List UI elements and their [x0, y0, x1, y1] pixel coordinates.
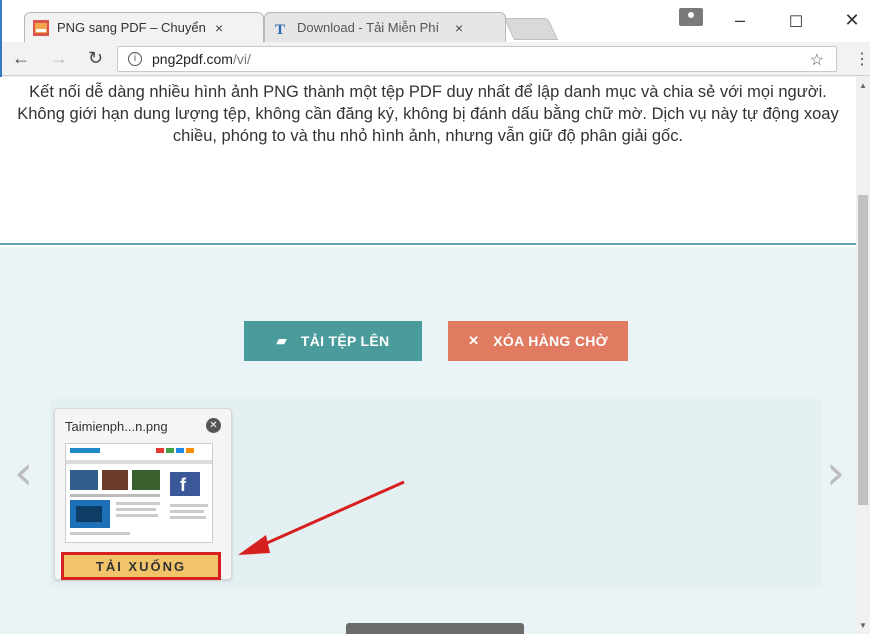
file-card: Taimienph...n.png ✕ f TẢI XUỐNG — [54, 408, 232, 580]
browser-toolbar: ← → ↻ i png2pdf.com/vi/ ☆ ⋮ — [2, 42, 870, 76]
profile-icon[interactable] — [679, 8, 703, 26]
menu-dots-icon[interactable]: ⋮ — [854, 49, 870, 69]
carousel-prev-arrow-icon[interactable]: ‹ — [14, 445, 33, 501]
bookmark-star-icon[interactable]: ☆ — [810, 50, 824, 70]
remove-file-icon[interactable]: ✕ — [206, 418, 221, 433]
x-icon: ✕ — [468, 333, 480, 348]
tab-title: PNG sang PDF – Chuyển — [57, 20, 206, 35]
scroll-thumb[interactable] — [858, 195, 868, 505]
tab-download[interactable]: T Download - Tải Miễn Phí × — [264, 12, 506, 42]
new-tab-button[interactable] — [503, 18, 559, 40]
page-viewport: Kết nối dễ dàng nhiều hình ảnh PNG thành… — [0, 77, 856, 634]
tab-close-icon[interactable]: × — [455, 20, 463, 36]
file-name: Taimienph...n.png — [65, 419, 168, 434]
svg-text:f: f — [180, 475, 187, 495]
tab-title: Download - Tải Miễn Phí — [297, 20, 440, 35]
tab-png2pdf[interactable]: PNG sang PDF – Chuyển × — [24, 12, 264, 42]
clear-queue-button[interactable]: ✕ XÓA HÀNG CHỜ — [448, 321, 628, 361]
info-icon[interactable]: i — [128, 52, 142, 66]
scroll-up-icon[interactable]: ▲ — [859, 81, 867, 90]
download-button-label: TẢI XUỐNG — [95, 558, 187, 574]
png2pdf-favicon-icon — [33, 19, 49, 36]
file-thumbnail: f — [65, 443, 213, 543]
clear-button-label: XÓA HÀNG CHỜ — [493, 333, 608, 349]
maximize-button[interactable]: ☐ — [776, 12, 816, 32]
title-bar: PNG sang PDF – Chuyển × T Download - Tải… — [2, 0, 870, 42]
folder-icon: ▰ — [276, 333, 287, 348]
carousel-next-arrow-icon[interactable]: › — [826, 445, 845, 501]
tab-close-icon[interactable]: × — [215, 20, 223, 36]
bottom-toolbar-edge — [346, 623, 524, 634]
svg-text:T: T — [275, 22, 285, 36]
upload-zone: ▰ TẢI TỆP LÊN ✕ XÓA HÀNG CHỜ ‹ › Taimien… — [0, 247, 856, 634]
forward-arrow-icon[interactable]: → — [50, 48, 68, 69]
upload-files-button[interactable]: ▰ TẢI TỆP LÊN — [244, 321, 422, 361]
url-path: /vi/ — [232, 51, 251, 67]
thumbnail-preview-icon: f — [66, 444, 212, 535]
back-arrow-icon[interactable]: ← — [12, 48, 30, 69]
reload-icon[interactable]: ↻ — [88, 48, 103, 69]
vertical-scrollbar[interactable]: ▲ ▼ — [856, 77, 870, 634]
minimize-button[interactable]: – — [720, 10, 760, 31]
taimienphi-favicon-icon: T — [275, 22, 285, 36]
scroll-down-icon[interactable]: ▼ — [859, 621, 867, 630]
upload-button-label: TẢI TỆP LÊN — [300, 333, 390, 349]
page-description: Kết nối dễ dàng nhiều hình ảnh PNG thành… — [0, 77, 856, 245]
close-window-button[interactable]: ✕ — [832, 10, 870, 31]
download-button[interactable]: TẢI XUỐNG — [61, 552, 221, 580]
address-bar[interactable]: i png2pdf.com/vi/ ☆ — [117, 46, 837, 72]
url-host: png2pdf.com — [152, 51, 233, 67]
